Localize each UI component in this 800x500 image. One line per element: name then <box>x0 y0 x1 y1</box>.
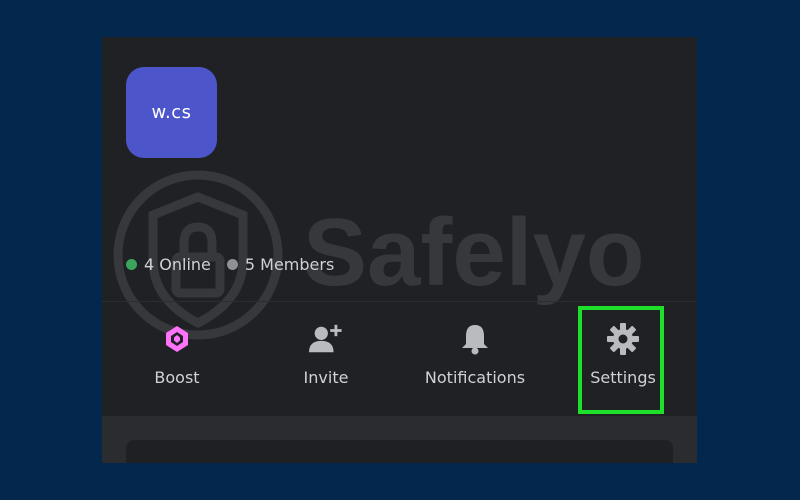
boost-button[interactable]: Boost <box>117 322 237 387</box>
lower-card <box>126 440 673 463</box>
bell-icon <box>458 322 492 356</box>
online-count: 4 Online <box>144 255 211 274</box>
invite-label: Invite <box>303 368 349 387</box>
invite-button[interactable]: Invite <box>266 322 386 387</box>
server-info-panel: w.cs Safelyo 4 Online 5 Members Boost In… <box>102 37 697 463</box>
members-dot-icon <box>226 259 238 270</box>
member-stats: 4 Online 5 Members <box>126 255 334 274</box>
lower-section <box>102 416 697 463</box>
server-icon[interactable]: w.cs <box>126 67 217 158</box>
server-icon-label: w.cs <box>151 102 192 123</box>
online-dot-icon <box>126 259 137 270</box>
members-count: 5 Members <box>244 255 335 274</box>
notifications-label: Notifications <box>424 368 526 387</box>
notifications-button[interactable]: Notifications <box>415 322 535 387</box>
boost-gem-icon <box>160 322 194 356</box>
members-stat: 5 Members <box>226 255 335 274</box>
settings-highlight-box <box>578 306 664 414</box>
watermark-text: Safelyo <box>303 199 644 306</box>
online-stat: 4 Online <box>126 255 211 274</box>
add-user-icon <box>309 322 343 356</box>
boost-label: Boost <box>154 368 200 387</box>
